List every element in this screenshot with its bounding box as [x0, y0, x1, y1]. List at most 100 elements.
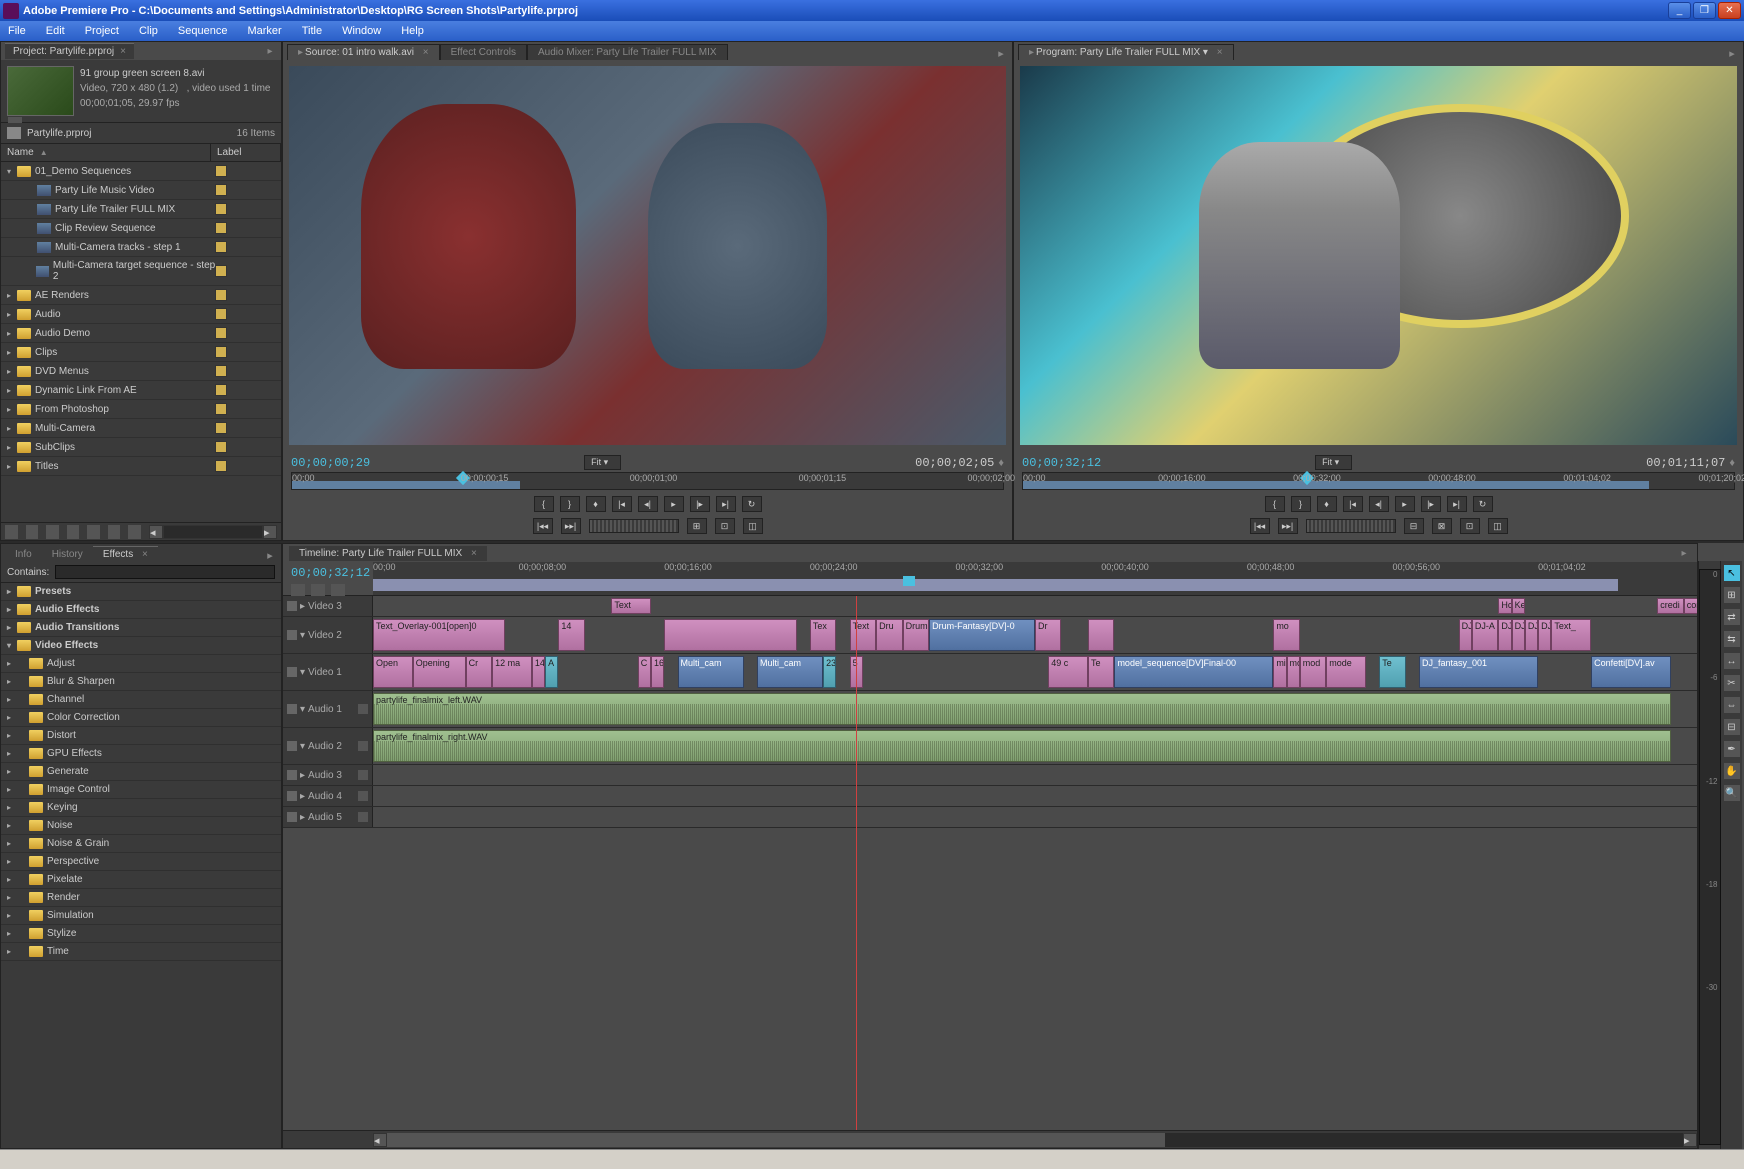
- program-tab[interactable]: ▸Program: Party Life Trailer FULL MIX ▾ …: [1018, 44, 1234, 60]
- menu-window[interactable]: Window: [338, 23, 385, 39]
- panel-menu-icon[interactable]: ▸: [263, 548, 277, 562]
- audio-mixer-tab[interactable]: Audio Mixer: Party Life Trailer FULL MIX: [527, 44, 728, 60]
- label-swatch[interactable]: [215, 203, 227, 215]
- timeline-clip[interactable]: 23: [823, 656, 836, 688]
- prev-edit-button[interactable]: |◂◂: [533, 518, 553, 534]
- icon-view-icon[interactable]: [26, 525, 39, 539]
- label-swatch[interactable]: [215, 460, 227, 472]
- bin-row[interactable]: ▾01_Demo Sequences: [1, 162, 281, 181]
- timeline-clip[interactable]: 16: [651, 656, 664, 688]
- timeline-clip[interactable]: credi: [1657, 598, 1683, 614]
- effect-folder[interactable]: ▸Noise & Grain: [1, 835, 281, 853]
- timeline-clip[interactable]: Open: [373, 656, 413, 688]
- source-tab[interactable]: ▸Source: 01 intro walk.avi ×: [287, 44, 440, 60]
- timeline-clip[interactable]: DJ-A: [1472, 619, 1498, 651]
- timeline-clip[interactable]: DJ: [1512, 619, 1525, 651]
- timeline-clip[interactable]: [664, 619, 796, 651]
- timeline-clip[interactable]: model_sequence[DV]Final-00: [1114, 656, 1273, 688]
- timeline-hscroll[interactable]: ◂ ▸: [373, 1131, 1697, 1148]
- scroll-right-icon[interactable]: ▸: [1683, 1133, 1697, 1147]
- timeline-clip[interactable]: 14: [532, 656, 545, 688]
- goto-in-button[interactable]: |◂: [1343, 496, 1363, 512]
- step-back-button[interactable]: ◂|: [638, 496, 658, 512]
- timeline-clip[interactable]: Multi_cam: [757, 656, 823, 688]
- label-swatch[interactable]: [215, 308, 227, 320]
- next-edit-button[interactable]: ▸▸|: [1278, 518, 1298, 534]
- loop-button[interactable]: ↻: [1473, 496, 1493, 512]
- label-swatch[interactable]: [215, 422, 227, 434]
- menu-marker[interactable]: Marker: [243, 23, 285, 39]
- label-swatch[interactable]: [215, 184, 227, 196]
- timeline-clip[interactable]: mo: [1287, 656, 1300, 688]
- pen-tool-icon[interactable]: ✒: [1724, 741, 1740, 757]
- bin-row[interactable]: Party Life Music Video: [1, 181, 281, 200]
- timeline-tab[interactable]: Timeline: Party Life Trailer FULL MIX ×: [289, 546, 487, 561]
- bin-row[interactable]: ▸Audio: [1, 305, 281, 324]
- timeline-clip[interactable]: Text_Overlay-001[open]0: [373, 619, 505, 651]
- label-swatch[interactable]: [215, 327, 227, 339]
- step-back-button[interactable]: ◂|: [1369, 496, 1389, 512]
- effect-folder[interactable]: ▸Stylize: [1, 925, 281, 943]
- effect-folder[interactable]: ▸Adjust: [1, 655, 281, 673]
- effects-search-input[interactable]: [55, 565, 275, 579]
- timeline-clip[interactable]: 49 c: [1048, 656, 1088, 688]
- label-swatch[interactable]: [215, 289, 227, 301]
- timeline-clip[interactable]: 12 ma: [492, 656, 532, 688]
- info-tab[interactable]: Info: [5, 547, 42, 562]
- rate-stretch-tool-icon[interactable]: ↔: [1724, 653, 1740, 669]
- label-swatch[interactable]: [215, 384, 227, 396]
- timeline-clip[interactable]: mi: [1273, 656, 1286, 688]
- program-zoom-select[interactable]: Fit ▾: [1315, 455, 1352, 470]
- ripple-edit-tool-icon[interactable]: ⇄: [1724, 609, 1740, 625]
- slide-tool-icon[interactable]: ⊟: [1724, 719, 1740, 735]
- program-in-timecode[interactable]: 00;00;32;12: [1022, 456, 1101, 470]
- effect-folder[interactable]: ▸Audio Effects: [1, 601, 281, 619]
- timeline-clip[interactable]: Text: [850, 619, 876, 651]
- effect-folder[interactable]: ▸Distort: [1, 727, 281, 745]
- bin-row[interactable]: Multi-Camera target sequence - step 2: [1, 257, 281, 286]
- mark-in-button[interactable]: {: [534, 496, 554, 512]
- effect-controls-tab[interactable]: Effect Controls: [440, 44, 527, 60]
- label-swatch[interactable]: [215, 441, 227, 453]
- label-swatch[interactable]: [215, 241, 227, 253]
- bin-row[interactable]: ▸SubClips: [1, 438, 281, 457]
- scroll-left-icon[interactable]: ◂: [149, 525, 163, 539]
- name-column[interactable]: Name▲: [1, 144, 211, 161]
- zoom-tool-icon[interactable]: 🔍: [1724, 785, 1740, 801]
- jog-wheel[interactable]: [589, 519, 679, 533]
- track-select-tool-icon[interactable]: ⊞: [1724, 587, 1740, 603]
- mark-in-button[interactable]: {: [1265, 496, 1285, 512]
- export-frame-button[interactable]: ◫: [1488, 518, 1508, 534]
- rolling-edit-tool-icon[interactable]: ⇆: [1724, 631, 1740, 647]
- scroll-right-icon[interactable]: ▸: [263, 525, 277, 539]
- menu-file[interactable]: File: [4, 23, 30, 39]
- effect-folder[interactable]: ▸Keying: [1, 799, 281, 817]
- timeline-clip[interactable]: Hc: [1498, 598, 1511, 614]
- menu-project[interactable]: Project: [81, 23, 123, 39]
- timeline-clip[interactable]: mo: [1273, 619, 1299, 651]
- audio-clip[interactable]: partylife_finalmix_left.WAV: [373, 693, 1671, 725]
- scroll-left-icon[interactable]: ◂: [373, 1133, 387, 1147]
- playhead-icon[interactable]: [903, 576, 915, 586]
- goto-out-button[interactable]: ▸|: [1447, 496, 1467, 512]
- play-button[interactable]: ▸: [664, 496, 684, 512]
- label-swatch[interactable]: [215, 403, 227, 415]
- set-marker-button[interactable]: ♦: [586, 496, 606, 512]
- source-video[interactable]: [289, 66, 1006, 445]
- source-ruler[interactable]: 00;0000;00;00;1500;00;01;0000;00;01;1500…: [291, 472, 1004, 490]
- minimize-button[interactable]: _: [1668, 2, 1691, 19]
- history-tab[interactable]: History: [42, 547, 93, 562]
- program-video[interactable]: [1020, 66, 1737, 445]
- lift-button[interactable]: ⊟: [1404, 518, 1424, 534]
- label-swatch[interactable]: [215, 222, 227, 234]
- bin-row[interactable]: ▸Clips: [1, 343, 281, 362]
- menu-help[interactable]: Help: [397, 23, 428, 39]
- bin-row[interactable]: ▸Multi-Camera: [1, 419, 281, 438]
- bin-list[interactable]: ▾01_Demo SequencesParty Life Music Video…: [1, 162, 281, 522]
- timeline-clip[interactable]: Dr: [1035, 619, 1061, 651]
- timeline-clip[interactable]: Te: [1088, 656, 1114, 688]
- overlay-button[interactable]: ⊡: [715, 518, 735, 534]
- trash-icon[interactable]: [128, 525, 141, 539]
- timeline-clip[interactable]: mod: [1300, 656, 1326, 688]
- effects-list[interactable]: ▸Presets▸Audio Effects▸Audio Transitions…: [1, 583, 281, 1148]
